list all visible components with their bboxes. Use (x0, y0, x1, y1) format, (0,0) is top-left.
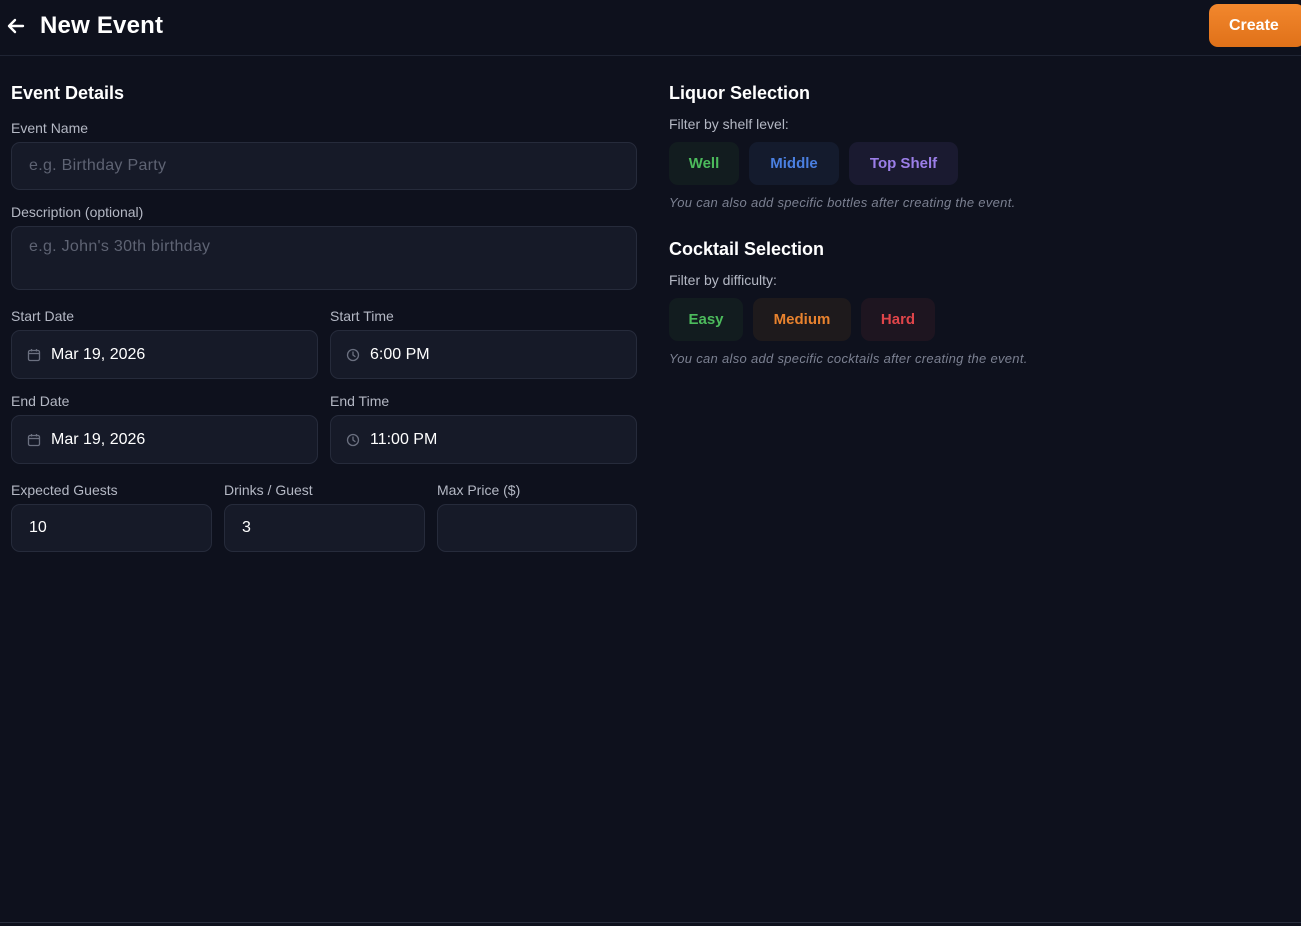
clock-icon (346, 348, 360, 362)
event-details-title: Event Details (11, 83, 125, 103)
event-name-label: Event Name (11, 120, 89, 136)
end-date-label: End Date (11, 393, 70, 409)
drinks-per-guest-input[interactable] (224, 504, 425, 552)
create-button[interactable]: Create (1209, 4, 1301, 47)
chip-well-label: Well (688, 155, 720, 172)
max-price-input[interactable] (437, 504, 637, 552)
start-date-picker[interactable]: Mar 19, 2026 (11, 330, 318, 379)
calendar-icon (27, 433, 41, 447)
start-time-label: Start Time (330, 308, 394, 324)
description-input[interactable] (11, 226, 637, 290)
liquor-selection-title: Liquor Selection (669, 83, 811, 103)
end-time-picker[interactable]: 11:00 PM (330, 415, 637, 464)
cocktail-hint: You can also add specific cocktails afte… (669, 351, 1028, 366)
chip-well[interactable]: Well (669, 142, 739, 185)
start-time-picker[interactable]: 6:00 PM (330, 330, 637, 379)
end-time-label: End Time (330, 393, 390, 409)
expected-guests-input[interactable] (11, 504, 212, 552)
chip-hard-label: Hard (880, 311, 916, 328)
shelf-filter-label: Filter by shelf level: (669, 116, 789, 132)
app-header: New Event Create (0, 0, 1301, 56)
cocktail-selection-title: Cocktail Selection (669, 239, 825, 259)
max-price-label: Max Price ($) (437, 482, 521, 498)
chip-top-shelf-label: Top Shelf (869, 155, 938, 172)
drinks-per-guest-label: Drinks / Guest (224, 482, 313, 498)
liquor-hint: You can also add specific bottles after … (669, 195, 1016, 210)
calendar-icon (27, 348, 41, 362)
bottom-divider (0, 922, 1301, 923)
description-label: Description (optional) (11, 204, 144, 220)
clock-icon (346, 433, 360, 447)
chip-hard[interactable]: Hard (861, 298, 935, 341)
page-title: New Event (40, 12, 164, 39)
end-date-picker[interactable]: Mar 19, 2026 (11, 415, 318, 464)
arrow-left-icon (7, 18, 25, 34)
chip-easy[interactable]: Easy (669, 298, 743, 341)
chip-medium-label: Medium (773, 311, 831, 328)
difficulty-filter-label: Filter by difficulty: (669, 272, 777, 288)
start-date-label: Start Date (11, 308, 75, 324)
back-button[interactable] (4, 14, 28, 38)
event-name-input[interactable] (11, 142, 637, 190)
start-date-value: Mar 19, 2026 (51, 345, 146, 363)
end-date-value: Mar 19, 2026 (51, 430, 146, 448)
chip-middle[interactable]: Middle (749, 142, 839, 185)
end-time-value: 11:00 PM (370, 430, 438, 448)
expected-guests-label: Expected Guests (11, 482, 118, 498)
start-time-value: 6:00 PM (370, 345, 430, 363)
chip-top-shelf[interactable]: Top Shelf (849, 142, 958, 185)
chip-medium[interactable]: Medium (753, 298, 851, 341)
chip-easy-label: Easy (688, 311, 724, 328)
chip-middle-label: Middle (770, 155, 818, 172)
